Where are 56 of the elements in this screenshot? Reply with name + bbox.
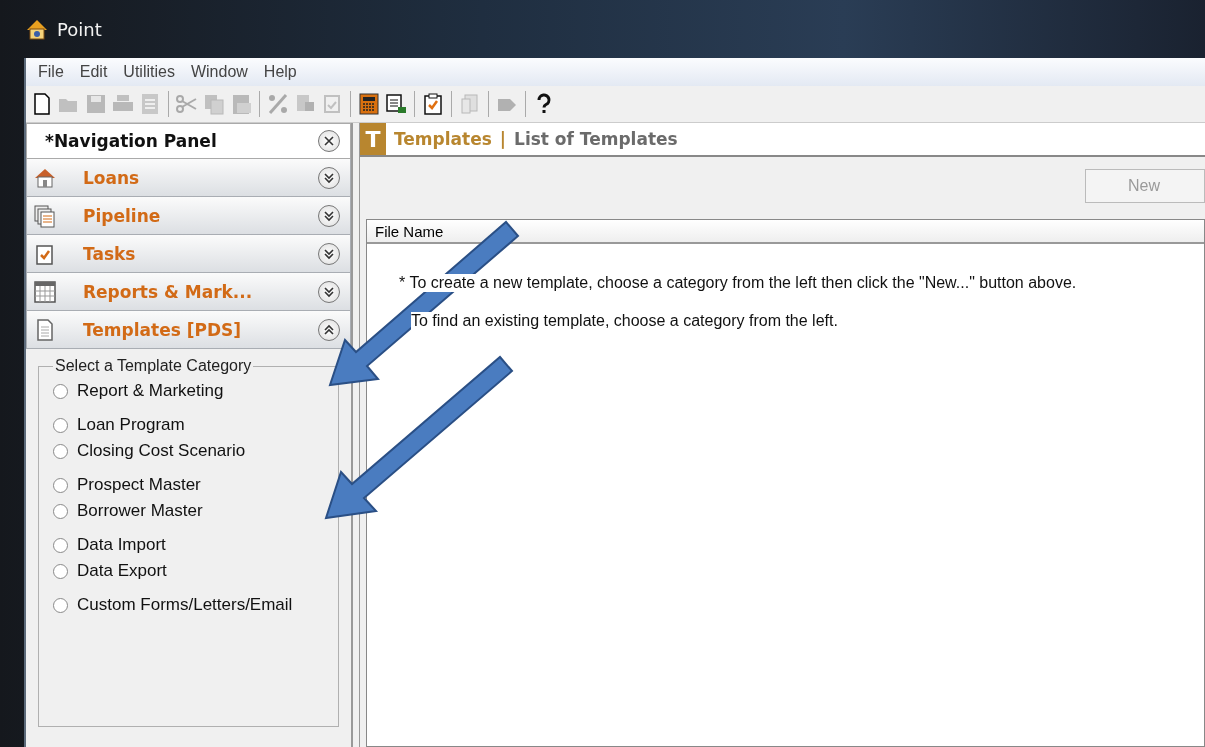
header-separator: | bbox=[499, 129, 507, 149]
menu-item[interactable]: Window bbox=[184, 63, 254, 81]
menu-item[interactable]: Help bbox=[257, 63, 303, 81]
option-label: Prospect Master bbox=[77, 475, 201, 495]
grid-calendar-icon bbox=[33, 279, 57, 304]
radio-option[interactable]: Closing Cost Scenario bbox=[53, 441, 324, 461]
expand-button[interactable] bbox=[318, 204, 340, 227]
calculator-icon[interactable] bbox=[357, 92, 381, 116]
option-label: Report & Marketing bbox=[77, 381, 224, 401]
double-chevron-up-icon bbox=[323, 323, 335, 336]
header-title: Templates bbox=[394, 129, 492, 149]
option-label: Closing Cost Scenario bbox=[77, 441, 246, 461]
radio-button[interactable] bbox=[53, 383, 68, 399]
info-message: * To create a new template, choose a category from the left then click the "New..." button above. bbox=[399, 274, 1077, 292]
option-label: Borrower Master bbox=[77, 501, 203, 521]
radio-button[interactable] bbox=[53, 443, 68, 459]
radio-button[interactable] bbox=[53, 537, 68, 553]
radio-option[interactable]: Loan Program bbox=[53, 415, 324, 435]
double-chevron-down-icon bbox=[323, 209, 335, 222]
double-chevron-down-icon bbox=[323, 285, 335, 298]
header-subtitle: List of Templates bbox=[514, 129, 678, 149]
menu-item[interactable]: Utilities bbox=[117, 63, 181, 81]
radio-option[interactable]: Borrower Master bbox=[53, 501, 324, 521]
radio-button[interactable] bbox=[53, 563, 68, 579]
group-label: Select a Template Category bbox=[54, 357, 253, 375]
menu-item[interactable]: File bbox=[32, 63, 70, 81]
radio-option[interactable]: Data Import bbox=[53, 535, 324, 555]
radio-option[interactable]: Report & Marketing bbox=[53, 381, 324, 401]
radio-button[interactable] bbox=[53, 503, 68, 519]
app-logo-icon bbox=[25, 17, 49, 41]
option-label: Loan Program bbox=[77, 415, 185, 435]
close-button[interactable] bbox=[318, 130, 340, 152]
option-label: Data Export bbox=[77, 561, 167, 581]
header-badge: T bbox=[360, 123, 386, 155]
radio-option[interactable]: Prospect Master bbox=[53, 475, 324, 495]
radio-option[interactable]: Data Export bbox=[53, 561, 324, 581]
radio-button[interactable] bbox=[53, 597, 68, 613]
clipboard-check-icon[interactable] bbox=[421, 92, 445, 116]
option-label: Custom Forms/Letters/Email bbox=[77, 595, 293, 615]
collapse-button[interactable] bbox=[318, 318, 340, 341]
close-icon bbox=[324, 136, 334, 146]
stacked-pages-icon bbox=[33, 203, 57, 228]
info-message: To find an existing template, choose a category from the left. bbox=[411, 312, 838, 330]
option-label: Data Import bbox=[77, 535, 166, 555]
double-chevron-down-icon bbox=[323, 247, 335, 260]
radio-button[interactable] bbox=[53, 477, 68, 493]
radio-button[interactable] bbox=[53, 417, 68, 433]
radio-option[interactable]: Custom Forms/Letters/Email bbox=[53, 595, 324, 615]
expand-button[interactable] bbox=[318, 280, 340, 303]
window-title: Point bbox=[57, 18, 102, 40]
menu-item[interactable]: Edit bbox=[73, 63, 114, 81]
report-icon[interactable] bbox=[384, 92, 408, 116]
double-chevron-down-icon bbox=[323, 171, 335, 184]
panel-title: *Navigation Panel bbox=[45, 131, 217, 151]
expand-button[interactable] bbox=[318, 242, 340, 265]
expand-button[interactable] bbox=[318, 166, 340, 189]
